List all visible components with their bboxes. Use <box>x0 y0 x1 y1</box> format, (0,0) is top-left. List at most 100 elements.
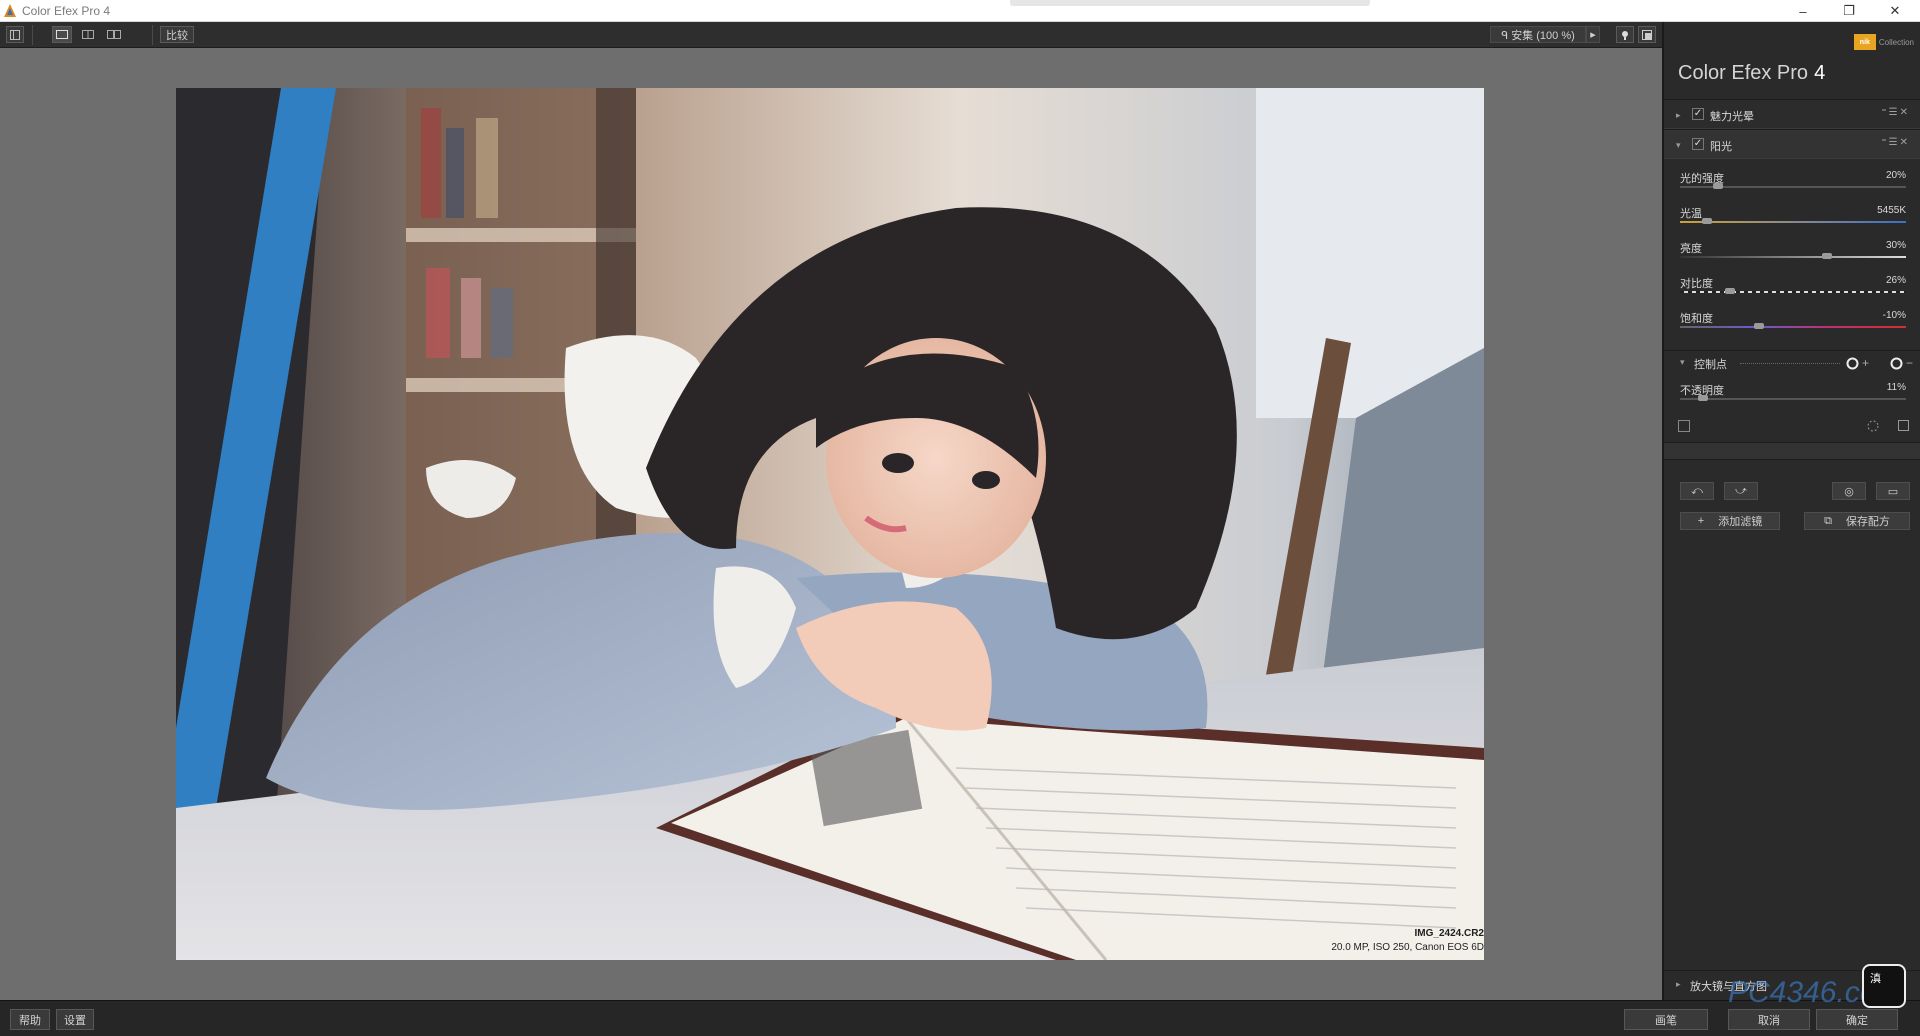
slider-opacity[interactable]: 不透明度 11% <box>1680 382 1906 412</box>
close-button[interactable]: ✕ <box>1872 0 1918 22</box>
slider-track[interactable] <box>1680 291 1906 293</box>
compare-button[interactable]: 比较 <box>160 26 194 43</box>
panel-divider-bar <box>1664 442 1920 460</box>
control-points-label: 控制点 <box>1694 359 1727 371</box>
add-icon: + <box>1697 515 1705 527</box>
delete-filter-icon[interactable]: ▭ <box>1876 482 1910 500</box>
mask-toggle-icon[interactable] <box>1678 420 1690 432</box>
slider-track[interactable] <box>1680 326 1906 328</box>
minimize-button[interactable]: – <box>1780 0 1826 22</box>
slider-value: 26% <box>1885 275 1906 286</box>
filter-panel: nik Collection Color Efex Pro 4 ▸ ✓ 魅力光晕 … <box>1662 22 1920 1000</box>
slider-value: 11% <box>1886 382 1906 393</box>
toolbar-divider <box>32 25 33 45</box>
filter-name: 魅力光晕 <box>1710 111 1754 123</box>
history-back-icon[interactable]: ⤺ <box>1680 482 1714 500</box>
save-icon: ⧉ <box>1824 514 1832 527</box>
image-details: 20.0 MP, ISO 250, Canon EOS 6D <box>1331 942 1484 953</box>
slider-saturation[interactable]: 饱和度 -10% <box>1680 310 1906 340</box>
background-light-icon[interactable] <box>1616 26 1634 43</box>
slider-track[interactable] <box>1680 398 1906 400</box>
fullscreen-icon[interactable] <box>1638 26 1656 43</box>
slider-thumb[interactable] <box>1702 218 1713 224</box>
control-point-plus-icon <box>1846 357 1859 369</box>
slider-brightness[interactable]: 亮度 30% <box>1680 240 1906 270</box>
slider-label: 光温 <box>1680 208 1702 220</box>
toolbar-divider <box>152 25 153 45</box>
zoom-dropdown[interactable]: ᑫ 安集 (100 %) <box>1490 26 1586 43</box>
toggle-sidebar-icon[interactable] <box>6 26 24 43</box>
add-filter-button[interactable]: + 添加滤镜 <box>1680 512 1780 530</box>
zoom-arrow-icon[interactable]: ▸ <box>1586 26 1600 43</box>
preview-canvas: IMG_2424.CR2 20.0 MP, ISO 250, Canon EOS… <box>0 48 1662 1000</box>
panel-title: Color Efex Pro 4 <box>1678 62 1825 85</box>
side-by-side-view-icon[interactable] <box>104 26 124 43</box>
filter-row-glamour-glow[interactable]: ▸ ✓ 魅力光晕 ⁼☰✕ <box>1664 99 1920 129</box>
title-scroll-indicator <box>1010 0 1370 6</box>
bottom-bar: 帮助 设置 画笔 取消 确定 <box>0 1000 1920 1036</box>
slider-label: 饱和度 <box>1680 313 1713 325</box>
image-filename: IMG_2424.CR2 <box>1414 928 1484 939</box>
collapse-triangle-icon[interactable]: ▾ <box>1676 140 1681 151</box>
ok-button[interactable]: 确定 <box>1816 1009 1898 1030</box>
slider-thumb[interactable] <box>1697 395 1708 401</box>
panel-title-version: 4 <box>1814 62 1826 84</box>
control-points-triangle-icon[interactable]: ▾ <box>1680 357 1685 368</box>
app-icon <box>4 4 16 17</box>
preview-photo[interactable] <box>176 88 1484 960</box>
add-filter-label: 添加滤镜 <box>1718 516 1763 528</box>
filter-controls-icon[interactable]: ⁼☰✕ <box>1881 137 1910 148</box>
slider-thumb[interactable] <box>1821 253 1832 259</box>
slider-thumb[interactable] <box>1724 288 1735 294</box>
save-recipe-button[interactable]: ⧉ 保存配方 <box>1804 512 1910 530</box>
control-points-row: ▾ 控制点 + − <box>1664 350 1920 376</box>
title-bar: Color Efex Pro 4 – ❐ ✕ <box>0 0 1920 22</box>
control-point-minus-icon <box>1890 357 1903 369</box>
expand-triangle-icon[interactable]: ▸ <box>1676 110 1681 121</box>
mask-view-icon[interactable] <box>1898 420 1909 431</box>
filter-row-sunlight[interactable]: ▾ ✓ 阳光 ⁼☰✕ <box>1664 129 1920 159</box>
top-toolbar: 比较 ᑫ 安集 (100 %) ▸ <box>0 22 1662 48</box>
slider-contrast[interactable]: 对比度 26% <box>1680 275 1906 305</box>
filter-name: 阳光 <box>1710 141 1732 153</box>
single-view-icon[interactable] <box>52 26 72 43</box>
filter-enable-checkbox[interactable]: ✓ <box>1692 108 1704 120</box>
cancel-button[interactable]: 取消 <box>1728 1009 1810 1030</box>
slider-value: 20% <box>1885 170 1906 181</box>
help-button[interactable]: 帮助 <box>10 1009 50 1030</box>
slider-light-strength[interactable]: 光的强度 20% <box>1680 170 1906 200</box>
minus-icon: − <box>1906 356 1914 370</box>
slider-light-temperature[interactable]: 光温 5455K <box>1680 205 1906 235</box>
loupe-triangle-icon[interactable]: ▸ <box>1676 979 1681 990</box>
photo-illustration <box>176 88 1484 960</box>
filter-enable-checkbox[interactable]: ✓ <box>1692 138 1704 150</box>
brush-mask-icon[interactable] <box>1866 419 1880 433</box>
save-recipe-label: 保存配方 <box>1845 516 1890 528</box>
watermark-badge-text: 滇 <box>1870 973 1881 985</box>
brush-button[interactable]: 画笔 <box>1624 1009 1708 1030</box>
settings-button[interactable]: 设置 <box>56 1009 94 1030</box>
plus-icon: + <box>1862 356 1870 370</box>
add-control-point-button[interactable]: + <box>1846 355 1876 371</box>
slider-value: -10% <box>1882 310 1906 321</box>
history-forward-icon[interactable]: ⤻ <box>1724 482 1758 500</box>
slider-track[interactable] <box>1680 221 1906 223</box>
nik-logo-caption: Collection <box>1878 37 1914 47</box>
panel-title-text: Color Efex Pro <box>1678 62 1809 84</box>
remove-control-point-button[interactable]: − <box>1890 355 1920 371</box>
restore-button[interactable]: ❐ <box>1826 0 1872 22</box>
slider-label: 对比度 <box>1680 278 1713 290</box>
split-view-icon[interactable] <box>78 26 98 43</box>
nik-logo-box: nik <box>1853 34 1876 50</box>
filter-controls-icon[interactable]: ⁼☰✕ <box>1881 107 1910 118</box>
nik-logo: nik Collection <box>1853 34 1914 50</box>
slider-value: 5455K <box>1877 205 1906 216</box>
slider-thumb[interactable] <box>1713 183 1724 189</box>
slider-thumb[interactable] <box>1754 323 1765 329</box>
slider-track[interactable] <box>1680 256 1906 258</box>
snapshot-icon[interactable]: ◎ <box>1832 482 1866 500</box>
slider-value: 30% <box>1885 240 1906 251</box>
slider-label: 亮度 <box>1680 243 1702 255</box>
watermark-badge-icon: 滇 <box>1862 964 1906 1008</box>
control-points-divider <box>1740 363 1840 364</box>
